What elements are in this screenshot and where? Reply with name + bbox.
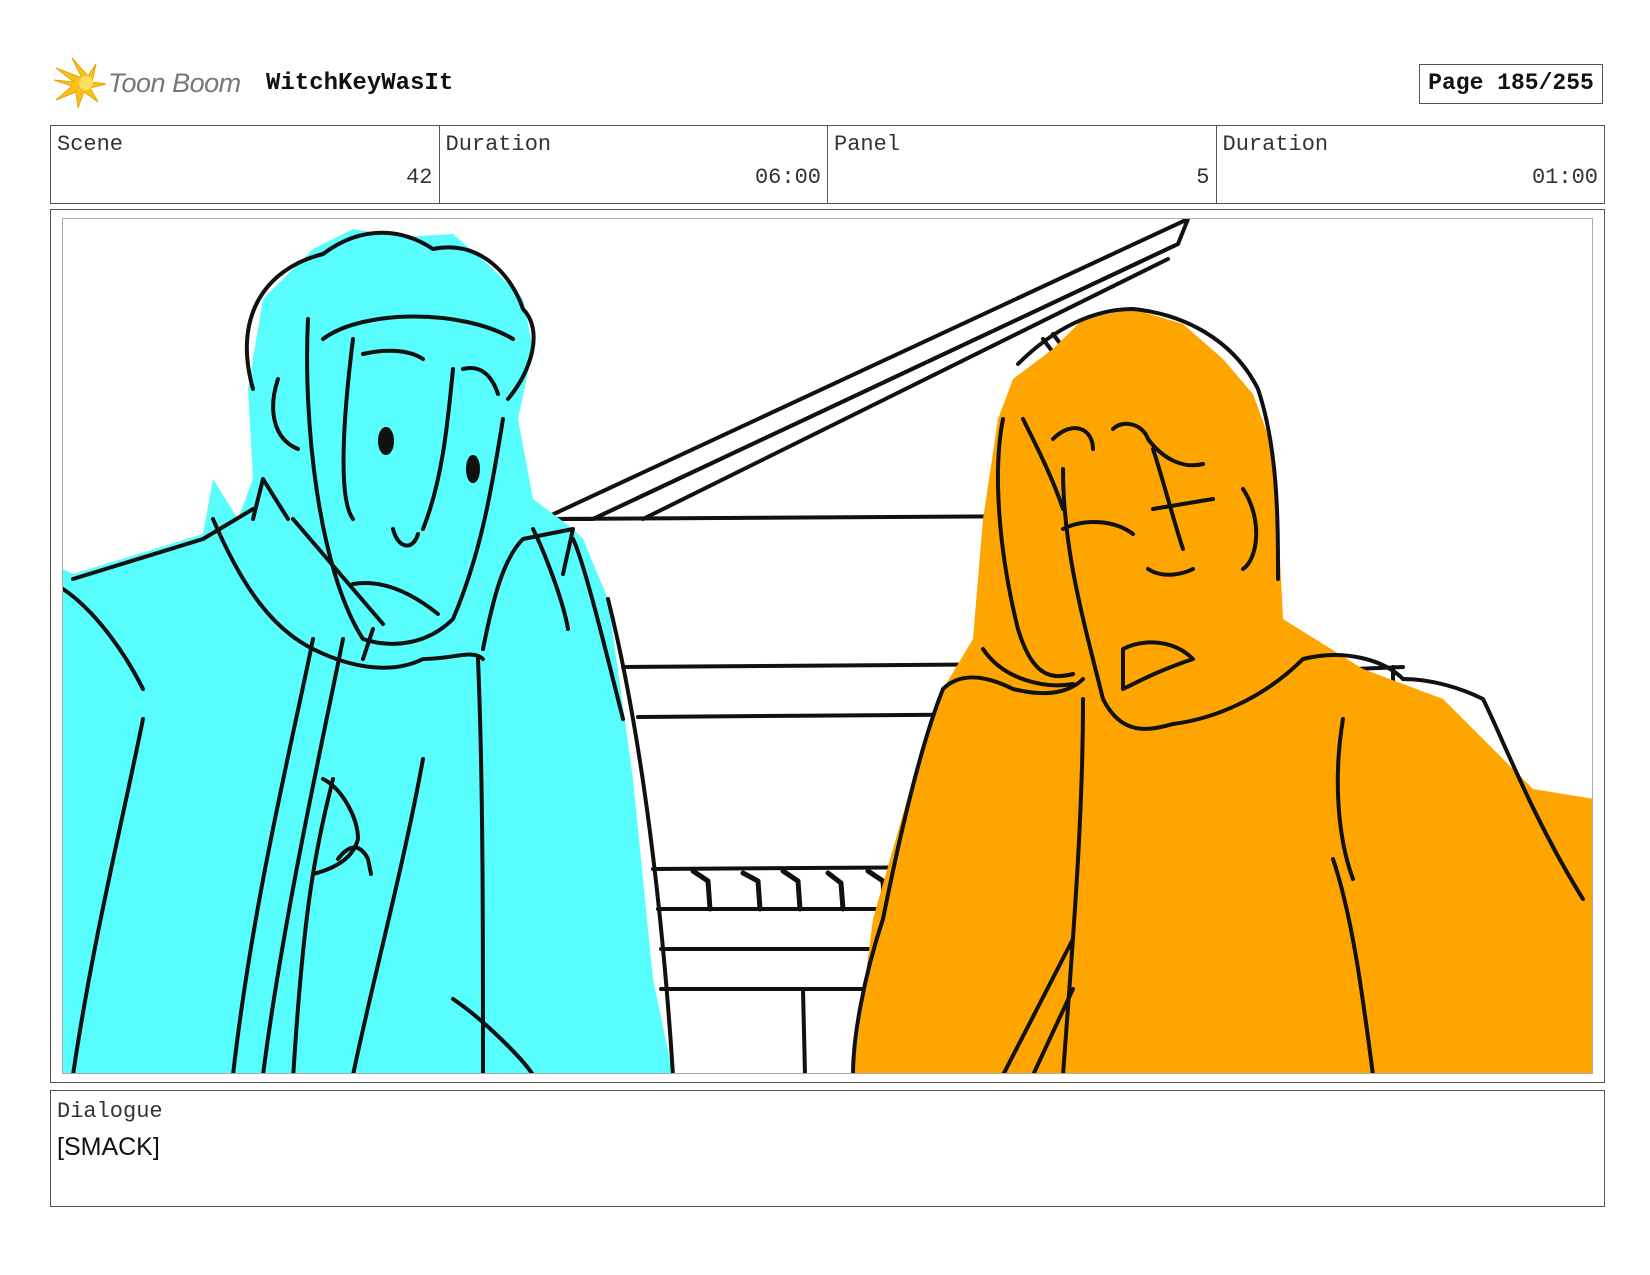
toon-boom-logo: Toon Boom <box>52 56 252 110</box>
piano-keys <box>690 868 888 912</box>
star-burst-icon <box>53 57 107 109</box>
right-character <box>851 307 1592 1073</box>
scene-duration-value: 06:00 <box>754 165 821 190</box>
dialogue-label: Dialogue <box>57 1099 163 1124</box>
panel-sketch <box>63 219 1592 1073</box>
scene-value: 42 <box>406 165 433 190</box>
panel-label: Panel <box>834 132 901 157</box>
logo-text: Toon Boom <box>108 68 241 98</box>
scene-label: Scene <box>57 132 124 157</box>
scene-info-row: Scene 42 Duration 06:00 Panel 5 Duration… <box>50 125 1605 204</box>
panel-duration-value: 01:00 <box>1531 165 1598 190</box>
panel-value: 5 <box>1196 165 1210 190</box>
page-indicator: Page 185/255 <box>1419 64 1603 104</box>
scene-duration-cell: Duration 06:00 <box>440 126 828 203</box>
storyboard-panel <box>50 209 1605 1083</box>
left-character <box>63 229 675 1073</box>
panel-cell: Panel 5 <box>828 126 1217 203</box>
panel-duration-label: Duration <box>1222 132 1329 157</box>
dialogue-text: [SMACK] <box>57 1133 160 1161</box>
scene-cell: Scene 42 <box>51 126 440 203</box>
scene-duration-label: Duration <box>445 132 552 157</box>
panel-drawing-area <box>62 218 1593 1074</box>
project-title: WitchKeyWasIt <box>266 70 454 97</box>
dialogue-box: Dialogue [SMACK] <box>50 1090 1605 1207</box>
panel-duration-cell: Duration 01:00 <box>1217 126 1605 203</box>
